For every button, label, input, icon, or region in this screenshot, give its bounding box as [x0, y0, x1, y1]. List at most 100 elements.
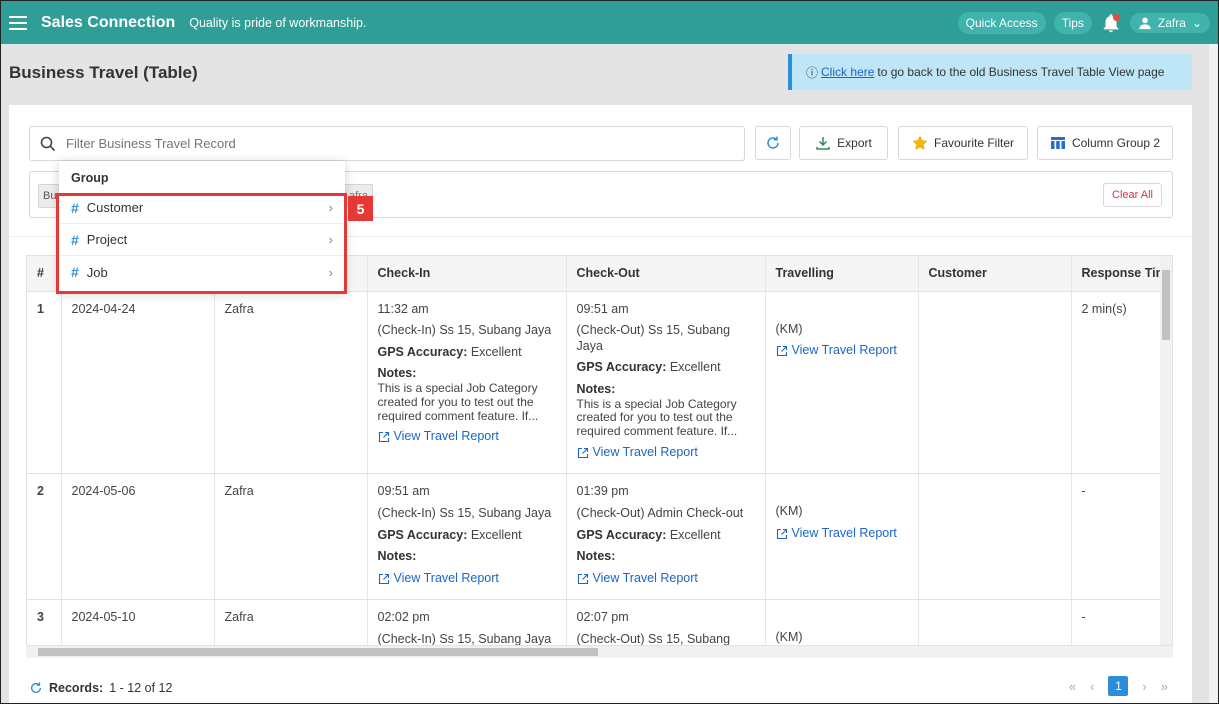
- scrollbar-thumb[interactable]: [38, 648, 598, 656]
- response-time-cell: -: [1071, 473, 1172, 601]
- table-horizontal-scrollbar[interactable]: [26, 646, 1173, 658]
- travel-distance: (KM): [775, 504, 803, 519]
- chevron-down-icon: ⌄: [1191, 15, 1202, 30]
- check-out-location: (Check-Out) Admin Check-out: [576, 506, 744, 521]
- records-footer: Records: 1 - 12 of 12: [29, 681, 172, 695]
- gps-label: GPS Accuracy:: [377, 344, 468, 359]
- check-in-time: 02:02 pm: [377, 610, 430, 625]
- app-tagline: Quality is pride of workmanship.: [189, 15, 367, 30]
- response-time-cell: 2 min(s): [1071, 291, 1172, 475]
- view-travel-report-link[interactable]: View Travel Report: [776, 526, 897, 542]
- records-label: Records:: [49, 681, 104, 695]
- search-bar[interactable]: [29, 126, 745, 161]
- view-travel-report-label: View Travel Report: [592, 570, 698, 585]
- scrollbar-thumb[interactable]: [1162, 270, 1170, 340]
- row-date: 2024-05-10: [61, 599, 215, 645]
- external-link-icon: [577, 447, 588, 458]
- check-out-time: 02:07 pm: [576, 610, 629, 625]
- notification-bell-icon[interactable]: [1100, 12, 1122, 34]
- column-header-check-in[interactable]: Check-In: [367, 256, 567, 292]
- column-group-label: Column Group 2: [1071, 136, 1161, 150]
- gps-value: Excellent: [669, 360, 721, 375]
- prev-page-icon[interactable]: ‹: [1090, 679, 1094, 694]
- banner-text: to go back to the old Business Travel Ta…: [877, 65, 1165, 79]
- gps-label: GPS Accuracy:: [377, 527, 468, 542]
- row-user: Zafra: [214, 473, 368, 601]
- column-header-customer[interactable]: Customer: [918, 256, 1072, 292]
- travelling-cell: (KM): [765, 599, 919, 645]
- next-page-icon[interactable]: ›: [1142, 679, 1146, 694]
- app-brand[interactable]: Sales Connection: [41, 14, 175, 32]
- customer-cell: [918, 599, 1072, 645]
- column-group-button[interactable]: Column Group 2: [1037, 126, 1173, 160]
- user-menu[interactable]: Zafra ⌄: [1129, 12, 1210, 33]
- quick-access-button[interactable]: Quick Access: [957, 11, 1046, 34]
- last-page-icon[interactable]: »: [1161, 679, 1168, 694]
- check-in-cell: 02:02 pm (Check-In) Ss 15, Subang Jaya: [367, 599, 567, 646]
- pagination: « ‹ 1 › »: [1069, 676, 1168, 696]
- columns-icon: [1050, 137, 1065, 149]
- favourite-filter-button[interactable]: Favourite Filter: [898, 126, 1028, 160]
- customer-cell: [918, 291, 1072, 475]
- view-travel-report-link[interactable]: View Travel Report: [378, 571, 499, 587]
- external-link-icon: [776, 345, 787, 356]
- tips-button[interactable]: Tips: [1053, 11, 1092, 34]
- table-vertical-scrollbar[interactable]: [1160, 256, 1172, 645]
- customer-cell: [918, 473, 1072, 601]
- external-link-icon: [378, 573, 389, 584]
- old-view-link[interactable]: Click here: [821, 65, 874, 79]
- external-link-icon: [378, 432, 389, 443]
- refresh-icon[interactable]: [29, 681, 43, 695]
- view-travel-report-label: View Travel Report: [393, 429, 499, 444]
- row-user: Zafra: [214, 291, 368, 475]
- table-row[interactable]: 1 2024-04-24 Zafra 11:32 am (Check-In) S…: [27, 291, 1172, 475]
- highlight-box: [56, 193, 347, 294]
- export-label: Export: [837, 136, 872, 150]
- table-row[interactable]: 2 2024-05-06 Zafra 09:51 am (Check-In) S…: [27, 473, 1172, 601]
- check-out-location: (Check-Out) Ss 15, Subang Jaya: [576, 632, 731, 646]
- column-header-check-out[interactable]: Check-Out: [566, 256, 766, 292]
- check-in-cell: 09:51 am (Check-In) Ss 15, Subang Jaya G…: [367, 473, 567, 601]
- view-travel-report-label: View Travel Report: [393, 570, 499, 585]
- search-input[interactable]: [66, 136, 666, 151]
- view-travel-report-link[interactable]: View Travel Report: [577, 571, 698, 587]
- travelling-cell: (KM) View Travel Report: [765, 473, 919, 601]
- notes-text: This is a special Job Category created f…: [576, 396, 738, 439]
- row-date: 2024-04-24: [61, 291, 215, 475]
- response-time-cell: -: [1071, 599, 1172, 645]
- refresh-button[interactable]: [755, 126, 791, 160]
- info-banner: ⓘ Click here to go back to the old Busin…: [788, 54, 1192, 90]
- gps-accuracy: GPS Accuracy: Excellent: [378, 528, 556, 544]
- export-button[interactable]: Export: [799, 126, 888, 160]
- row-number: 2: [27, 473, 62, 601]
- notes-label: Notes:: [377, 366, 417, 381]
- clear-all-button[interactable]: Clear All: [1103, 183, 1162, 207]
- column-header-response-time[interactable]: Response Tim: [1071, 256, 1172, 292]
- check-in-cell: 11:32 am (Check-In) Ss 15, Subang Jaya G…: [367, 291, 567, 475]
- travel-table: # Check-In Check-Out Travelling Customer…: [26, 255, 1173, 646]
- view-travel-report-label: View Travel Report: [791, 343, 897, 358]
- view-travel-report-link[interactable]: View Travel Report: [577, 445, 698, 461]
- table-row[interactable]: 3 2024-05-10 Zafra 02:02 pm (Check-In) S…: [27, 599, 1172, 646]
- row-user: Zafra: [214, 599, 368, 645]
- records-count: 1 - 12 of 12: [109, 681, 173, 695]
- refresh-icon: [767, 136, 779, 149]
- page-scrollbar[interactable]: [1209, 44, 1218, 703]
- user-name: Zafra: [1157, 15, 1186, 30]
- gps-value: Excellent: [470, 527, 522, 542]
- check-in-time: 09:51 am: [377, 484, 430, 499]
- check-out-location: (Check-Out) Ss 15, Subang Jaya: [576, 323, 731, 353]
- travelling-cell: (KM) View Travel Report: [765, 291, 919, 475]
- check-out-cell: 09:51 am (Check-Out) Ss 15, Subang Jaya …: [566, 291, 766, 475]
- hamburger-menu-icon[interactable]: [9, 15, 27, 30]
- check-in-location: (Check-In) Ss 15, Subang Jaya: [377, 632, 552, 646]
- gps-accuracy: GPS Accuracy: Excellent: [577, 360, 755, 376]
- view-travel-report-link[interactable]: View Travel Report: [378, 429, 499, 445]
- gps-accuracy: GPS Accuracy: Excellent: [577, 528, 755, 544]
- column-header-travelling[interactable]: Travelling: [765, 256, 919, 292]
- first-page-icon[interactable]: «: [1069, 679, 1076, 694]
- check-out-time: 09:51 am: [576, 301, 629, 316]
- view-travel-report-link[interactable]: View Travel Report: [776, 343, 897, 359]
- current-page[interactable]: 1: [1108, 676, 1129, 696]
- check-out-time: 01:39 pm: [576, 484, 629, 499]
